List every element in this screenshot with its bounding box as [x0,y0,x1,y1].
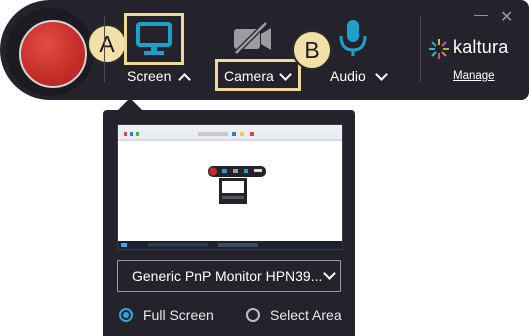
kaltura-sun-icon [428,38,450,60]
camera-label[interactable]: Camera [224,68,274,84]
minimize-button[interactable]: — [474,6,488,22]
manage-link[interactable]: Manage [453,70,495,82]
screen-preview-thumbnail [117,124,343,250]
chevron-down-icon[interactable] [375,68,388,81]
capture-toolbar: A Screen Camera B Audio kaltura Manage —… [0,0,529,100]
monitor-select[interactable]: Generic PnP Monitor HPN39... [117,260,341,292]
monitor-icon [136,22,172,55]
kaltura-logo-text: kaltura [453,37,509,57]
chevron-up-icon[interactable] [178,73,191,86]
select-area-label[interactable]: Select Area [270,307,342,323]
record-button[interactable] [19,20,87,88]
callout-a-badge: A [87,24,127,64]
full-screen-radio[interactable] [119,308,133,322]
close-button[interactable]: ✕ [500,7,513,27]
callout-b-badge: B [292,30,332,70]
full-screen-label[interactable]: Full Screen [143,307,214,323]
audio-label[interactable]: Audio [330,68,366,84]
monitor-select-value: Generic PnP Monitor HPN39... [132,268,323,284]
microphone-icon [339,20,367,56]
panel-pointer [118,98,142,110]
camera-off-icon [234,21,271,55]
screen-label[interactable]: Screen [127,68,171,84]
toolbar-divider [420,16,421,82]
audio-button[interactable] [336,18,370,60]
toolbar-divider [104,16,105,82]
camera-button[interactable] [232,20,274,56]
screen-preview-image [118,125,342,249]
screen-button[interactable] [131,18,177,60]
select-area-radio[interactable] [246,308,260,322]
